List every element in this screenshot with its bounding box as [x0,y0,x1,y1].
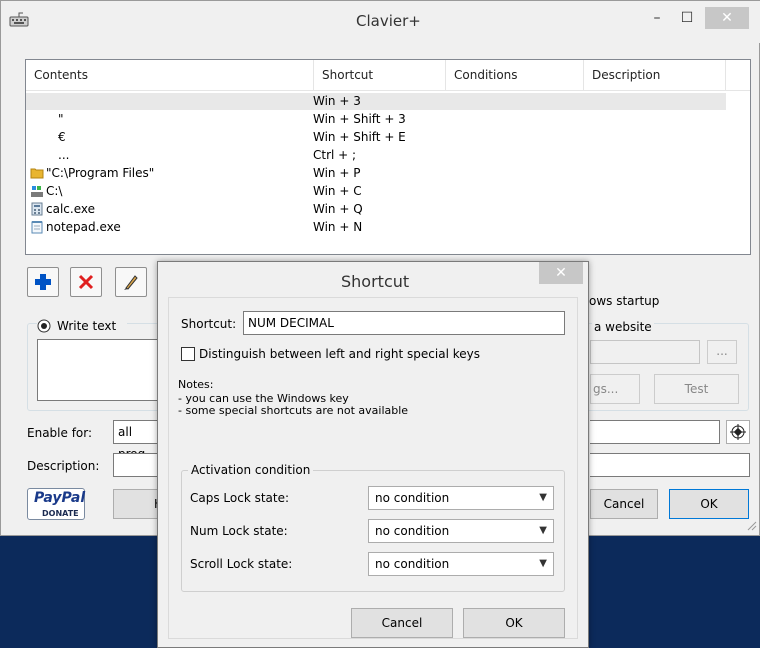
row-shortcut: Ctrl + ; [313,148,357,162]
row-shortcut: Win + Shift + 3 [313,112,406,126]
windows-startup-label: ows startup [589,294,660,308]
enable-for-label: Enable for: [27,426,93,440]
dialog-close-button[interactable]: ✕ [539,262,583,284]
column-header-description[interactable]: Description [584,60,726,90]
resize-grip-icon[interactable] [745,519,757,531]
shortcut-input[interactable]: NUM DECIMAL [243,311,565,335]
write-text-label: Write text [57,319,117,333]
enable-for-field-right[interactable] [590,420,720,444]
description-label: Description: [27,459,100,473]
website-label: a website [592,320,654,334]
text-input-area[interactable] [37,339,161,401]
shortcut-list[interactable]: Contents Shortcut Conditions Description… [25,59,751,255]
row-shortcut: Win + P [313,166,361,180]
row-shortcut: Win + Shift + E [313,130,406,144]
shortcut-label: Shortcut: [181,317,237,331]
help-button[interactable]: H [113,489,163,519]
table-row[interactable]: ... Ctrl + ; [26,147,726,164]
notepad-icon [31,221,43,234]
column-header-contents[interactable]: Contents [26,60,314,90]
shortcut-dialog: Shortcut ✕ Shortcut: NUM DECIMAL Disting… [157,261,589,648]
cancel-button[interactable]: Cancel [590,489,658,519]
chevron-down-icon: ▼ [539,558,547,569]
add-shortcut-button[interactable] [27,267,59,297]
ok-button[interactable]: OK [669,489,749,519]
settings-button[interactable]: gs... [590,374,640,404]
distinguish-label: Distinguish between left and right speci… [199,347,480,361]
paypal-donate-button[interactable]: PayPal DONATE [27,488,85,520]
num-lock-label: Num Lock state: [190,524,288,538]
row-contents: C:\ [46,184,63,198]
chevron-down-icon: ▼ [539,525,547,536]
close-button[interactable]: ✕ [705,7,749,29]
table-row[interactable]: C:\ Win + C [26,183,726,200]
activation-condition-label: Activation condition [188,463,314,477]
row-contents: ... [58,148,70,162]
num-lock-value: no condition [375,524,450,538]
notes-line-special-shortcuts: - some special shortcuts are not availab… [178,404,409,417]
table-row[interactable]: "C:\Program Files" Win + P [26,165,726,182]
target-picker-button[interactable] [726,420,750,444]
row-contents: " [58,112,64,126]
notes-heading: Notes: [178,378,214,391]
row-shortcut: Win + 3 [313,94,361,108]
plus-icon [35,274,51,290]
caps-lock-value: no condition [375,491,450,505]
table-row[interactable]: " Win + Shift + 3 [26,111,726,128]
website-field[interactable] [590,340,700,364]
description-field[interactable] [113,453,163,477]
browse-button[interactable]: ... [707,340,737,364]
donate-label: DONATE [42,509,79,518]
scroll-lock-value: no condition [375,557,450,571]
edit-shortcut-button[interactable] [115,267,147,297]
enable-for-field[interactable]: all prog [113,420,163,461]
radio-selected-icon [37,319,51,333]
caps-lock-label: Caps Lock state: [190,491,290,505]
calculator-icon [31,202,43,216]
pencil-icon [124,275,138,290]
header-divider [26,90,750,91]
row-contents: calc.exe [46,202,95,216]
row-shortcut: Win + N [313,220,363,234]
delete-shortcut-button[interactable] [70,267,102,297]
drive-icon [31,186,43,197]
table-row[interactable]: Win + 3 [26,93,726,110]
table-row[interactable]: € Win + Shift + E [26,129,726,146]
scroll-lock-select[interactable]: no condition ▼ [368,552,554,576]
dialog-title: Shortcut [341,272,410,291]
row-contents: "C:\Program Files" [46,166,155,180]
distinguish-checkbox[interactable] [181,347,195,361]
row-contents: € [58,130,66,144]
test-button[interactable]: Test [654,374,739,404]
description-field-right[interactable] [590,453,750,477]
window-title: Clavier+ [356,12,421,30]
title-bar: Clavier+ – ☐ ✕ [1,1,760,43]
num-lock-select[interactable]: no condition ▼ [368,519,554,543]
row-contents: notepad.exe [46,220,121,234]
table-row[interactable]: calc.exe Win + Q [26,201,726,218]
column-header-shortcut[interactable]: Shortcut [314,60,446,90]
x-icon [78,274,94,290]
dialog-cancel-button[interactable]: Cancel [351,608,453,638]
keyboard-app-icon [9,12,29,27]
caps-lock-select[interactable]: no condition ▼ [368,486,554,510]
maximize-button[interactable]: ☐ [671,7,703,29]
crosshair-icon [730,424,746,440]
column-header-conditions[interactable]: Conditions [446,60,584,90]
scroll-lock-label: Scroll Lock state: [190,557,293,571]
dialog-ok-button[interactable]: OK [463,608,565,638]
folder-icon [30,168,44,179]
row-shortcut: Win + Q [313,202,363,216]
minimize-button[interactable]: – [641,7,673,29]
chevron-down-icon: ▼ [539,492,547,503]
table-row[interactable]: notepad.exe Win + N [26,219,726,236]
paypal-logo: PayPal [34,490,86,506]
write-text-radio[interactable]: Write text [37,318,127,334]
row-shortcut: Win + C [313,184,362,198]
